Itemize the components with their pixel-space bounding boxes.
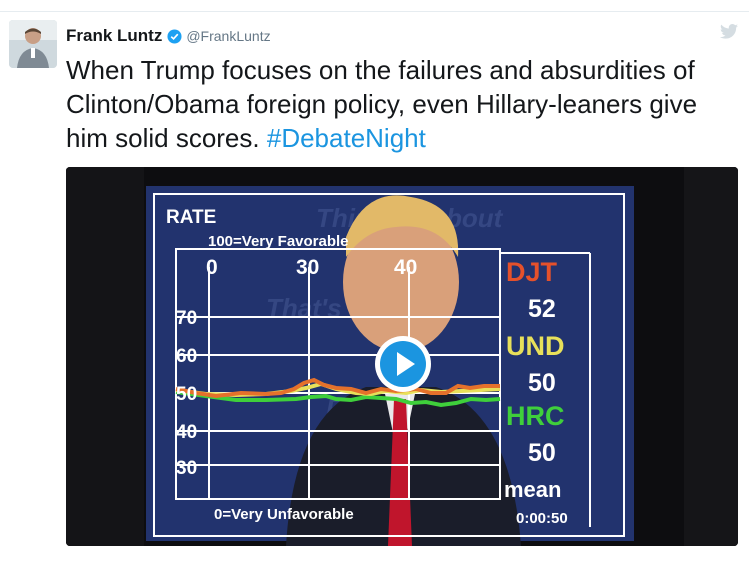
tick-left-40: 40 bbox=[176, 422, 197, 443]
author-handle[interactable]: @FrankLuntz bbox=[186, 28, 270, 44]
chart-top-label: 100=Very Favorable bbox=[208, 233, 349, 250]
tick-left-50: 50 bbox=[176, 384, 197, 405]
legend-und-value: 50 bbox=[528, 369, 556, 397]
chart-bottom-label: 0=Very Unfavorable bbox=[214, 506, 354, 523]
avatar[interactable] bbox=[9, 20, 57, 68]
legend-djt-value: 52 bbox=[528, 295, 556, 323]
legend-hrc-name: HRC bbox=[506, 401, 565, 431]
legend-hrc-value: 50 bbox=[528, 439, 556, 467]
tweet-header: Frank Luntz @FrankLuntz bbox=[66, 25, 271, 47]
tick-left-70: 70 bbox=[176, 308, 197, 329]
author-name[interactable]: Frank Luntz bbox=[66, 26, 162, 46]
tick-left-60: 60 bbox=[176, 346, 197, 367]
hashtag-link[interactable]: #DebateNight bbox=[267, 123, 426, 153]
video-player[interactable]: Thinking about That's the Remain bbox=[66, 167, 738, 546]
twitter-bird-icon[interactable] bbox=[720, 24, 738, 39]
chart-title: RATE bbox=[166, 207, 216, 228]
tick-top-30: 30 bbox=[296, 256, 319, 279]
legend-djt-name: DJT bbox=[506, 257, 558, 287]
play-button[interactable] bbox=[373, 334, 433, 394]
tick-left-30: 30 bbox=[176, 458, 197, 479]
top-divider bbox=[0, 11, 749, 12]
tick-top-40: 40 bbox=[394, 256, 417, 279]
tick-top-0: 0 bbox=[206, 256, 218, 279]
video-timer: 0:00:50 bbox=[516, 510, 568, 527]
legend-und-name: UND bbox=[506, 331, 565, 361]
legend-stat-label: mean bbox=[504, 477, 561, 502]
tweet-text: When Trump focuses on the failures and a… bbox=[66, 53, 736, 155]
play-icon bbox=[375, 336, 431, 392]
verified-badge-icon bbox=[167, 28, 182, 44]
